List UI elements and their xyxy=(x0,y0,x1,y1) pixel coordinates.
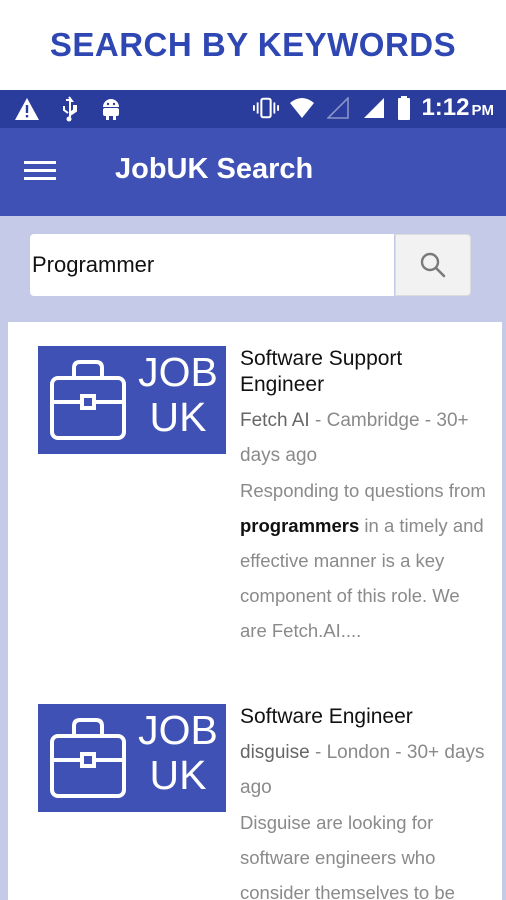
signal-icon xyxy=(361,95,387,121)
keyword-highlight: programmers xyxy=(240,515,360,536)
android-icon xyxy=(98,96,124,122)
no-signal-icon xyxy=(325,95,351,121)
wifi-icon xyxy=(289,95,315,121)
search-area xyxy=(0,216,506,322)
job-meta: disguise - London - 30+ days ago xyxy=(240,742,485,798)
job-location: Cambridge xyxy=(326,410,420,431)
results-list: JOB UK Software Support Engineer Fetch AI… xyxy=(8,322,502,900)
briefcase-icon xyxy=(50,718,126,798)
warning-icon xyxy=(14,96,40,122)
logo-text: JOB UK xyxy=(138,707,218,798)
clock: 1:12 PM xyxy=(421,94,494,121)
hamburger-menu-icon[interactable] xyxy=(24,156,64,188)
job-meta: Fetch AI - Cambridge - 30+ days ago xyxy=(240,410,469,466)
search-button[interactable] xyxy=(395,234,471,296)
job-title[interactable]: Software Support Engineer xyxy=(240,346,486,398)
list-background-left xyxy=(0,322,8,900)
vibrate-icon xyxy=(253,95,280,121)
search-input[interactable] xyxy=(30,234,394,296)
briefcase-icon xyxy=(50,360,126,440)
usb-icon xyxy=(56,96,82,122)
logo-text: JOB UK xyxy=(138,349,218,440)
job-title[interactable]: Software Engineer xyxy=(240,704,486,730)
company-name: Fetch AI xyxy=(240,410,310,431)
app-title: JobUK Search xyxy=(115,153,314,185)
app-bar: JobUK Search xyxy=(0,128,506,216)
job-info: Software Engineer disguise - London - 30… xyxy=(240,704,486,900)
status-bar: 1:12 PM xyxy=(0,90,506,128)
job-location: London xyxy=(326,742,391,763)
banner-title: SEARCH BY KEYWORDS xyxy=(49,26,457,63)
battery-icon xyxy=(397,95,411,121)
job-description: Responding to questions from programmers… xyxy=(240,480,486,641)
promo-banner: SEARCH BY KEYWORDS xyxy=(0,0,506,90)
job-info: Software Support Engineer Fetch AI - Cam… xyxy=(240,346,486,648)
company-name: disguise xyxy=(240,742,310,763)
company-logo: JOB UK xyxy=(38,346,226,454)
company-logo: JOB UK xyxy=(38,704,226,812)
list-background-right xyxy=(502,322,506,900)
job-description: Disguise are looking for software engine… xyxy=(240,812,455,900)
search-icon xyxy=(420,252,446,278)
